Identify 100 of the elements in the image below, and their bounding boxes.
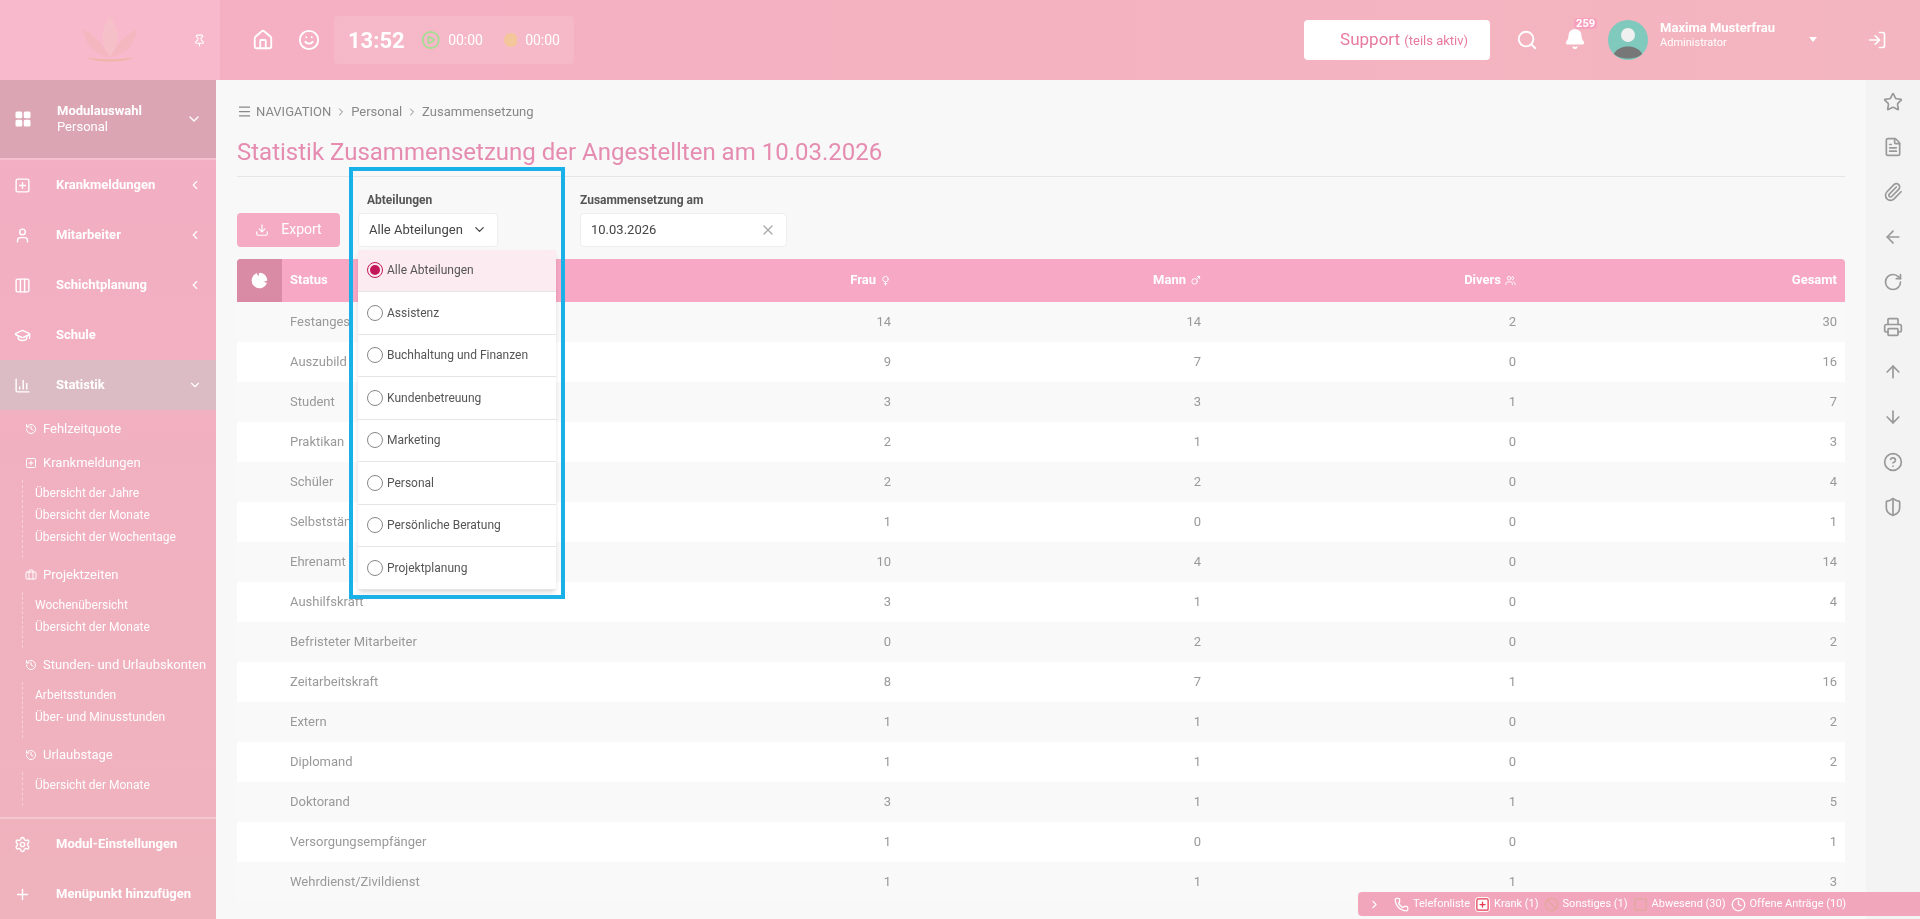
printer-icon[interactable] bbox=[1883, 317, 1903, 337]
table-cell-text: 0 bbox=[1508, 432, 1516, 451]
table-cell-text: Selbststän bbox=[290, 512, 352, 531]
menu-item-icon bbox=[14, 226, 31, 244]
face-icon[interactable] bbox=[298, 29, 320, 51]
sidebar-subitem[interactable]: Urlaubstage bbox=[0, 738, 216, 772]
sidebar-subitem[interactable]: Fehlzeitquote bbox=[0, 412, 216, 446]
sidebar-subitem[interactable]: Projektzeiten bbox=[0, 558, 216, 592]
status-item[interactable]: Sonstiges (1) bbox=[1543, 895, 1628, 913]
search-icon[interactable] bbox=[1516, 29, 1539, 51]
logout-icon[interactable] bbox=[1867, 30, 1887, 50]
sidebar-item[interactable]: Schule bbox=[0, 310, 216, 360]
table-cell-text: 0 bbox=[883, 632, 891, 651]
table-cell-text: Ehrenamt bbox=[290, 552, 346, 571]
caret-icon[interactable] bbox=[1809, 37, 1817, 42]
user-avatar[interactable] bbox=[1608, 20, 1649, 60]
date-field[interactable]: 10.03.2026 bbox=[580, 212, 787, 247]
column-header[interactable]: Frau bbox=[582, 258, 899, 302]
sidebar-item[interactable]: Menüpunkt hinzufügen bbox=[0, 869, 216, 919]
table-cell-text: 3 bbox=[883, 792, 891, 811]
submenu-icon bbox=[25, 457, 37, 469]
table-cell-text: Doktorand bbox=[290, 792, 350, 811]
column-header[interactable]: Gesamt bbox=[1524, 258, 1845, 302]
pin-icon[interactable] bbox=[193, 34, 206, 47]
menu-item-icon bbox=[14, 276, 31, 294]
bell-icon[interactable] bbox=[1564, 28, 1587, 50]
sidebar-link[interactable]: Über- und Minusstunden bbox=[23, 706, 216, 728]
sidebar-subitem[interactable]: Krankmeldungen bbox=[0, 446, 216, 480]
sidebar-item[interactable]: Mitarbeiter bbox=[0, 210, 216, 260]
submenu-icon bbox=[25, 749, 37, 761]
sidebar-link[interactable]: Übersicht der Monate bbox=[23, 774, 216, 796]
status-item[interactable]: Abwesend (30) bbox=[1632, 895, 1726, 913]
shield-icon[interactable] bbox=[1883, 497, 1903, 517]
sidebar-link[interactable]: Übersicht der Jahre bbox=[23, 482, 216, 504]
chart-toggle[interactable] bbox=[237, 258, 282, 302]
sidebar-link[interactable]: Übersicht der Wochentage bbox=[23, 526, 216, 548]
table-cell-text: 5 bbox=[1829, 792, 1837, 811]
note-icon[interactable] bbox=[1883, 137, 1903, 157]
table-cell-text: 3 bbox=[883, 592, 891, 611]
sidebar-link[interactable]: Wochenübersicht bbox=[23, 594, 216, 616]
sidebar-item[interactable]: Modul-Einstellungen bbox=[0, 819, 216, 869]
table-cell-text: 3 bbox=[1829, 432, 1837, 451]
table-cell-text: 2 bbox=[1193, 472, 1201, 491]
table-cell-text: Diplomand bbox=[290, 752, 353, 771]
phone-icon bbox=[1394, 896, 1409, 912]
star-icon[interactable] bbox=[1883, 92, 1903, 112]
sidebar-item[interactable]: Schichtplanung bbox=[0, 260, 216, 310]
table-cell-text: 3 bbox=[883, 392, 891, 411]
menu-icon[interactable] bbox=[237, 104, 252, 120]
table-cell-text: Aushilfskraft bbox=[290, 592, 364, 611]
help-icon[interactable] bbox=[1883, 452, 1903, 472]
table-cell-text: 4 bbox=[1193, 552, 1201, 571]
filter-label: Zusammensetzung am bbox=[580, 191, 705, 209]
clock-time: 13:52 bbox=[348, 26, 405, 55]
paperclip-icon[interactable] bbox=[1883, 182, 1903, 202]
submenu-icon bbox=[25, 569, 37, 581]
table-cell-text: 0 bbox=[1508, 752, 1516, 771]
department-select[interactable]: Alle Abteilungen bbox=[358, 212, 498, 247]
module-selector[interactable]: Modulauswahl Personal bbox=[0, 80, 216, 160]
column-header[interactable]: Mann bbox=[899, 258, 1209, 302]
table-cell-text: 7 bbox=[1193, 672, 1201, 691]
table-cell-text: 1 bbox=[1193, 752, 1201, 771]
table-cell-text: Praktikan bbox=[290, 432, 345, 451]
sidebar-item[interactable]: Krankmeldungen bbox=[0, 160, 216, 210]
support-button[interactable]: Support (teils aktiv) bbox=[1304, 20, 1491, 60]
table-cell-text: 2 bbox=[1829, 632, 1837, 651]
sidebar-link[interactable]: Übersicht der Monate bbox=[23, 616, 216, 638]
table-cell-text: 0 bbox=[1508, 552, 1516, 571]
table-cell-text: 0 bbox=[1508, 352, 1516, 371]
submenu-icon bbox=[25, 659, 37, 671]
table-cell-text: 1 bbox=[883, 512, 891, 531]
square-icon bbox=[1632, 896, 1648, 912]
gear-icon bbox=[14, 835, 31, 853]
status-item[interactable]: Krank (1) bbox=[1475, 895, 1539, 913]
user-name[interactable]: Maxima Musterfrau bbox=[1660, 20, 1775, 37]
breadcrumb-link[interactable]: Personal bbox=[351, 102, 403, 122]
export-button[interactable]: Export bbox=[237, 212, 340, 247]
table-cell-text: 0 bbox=[1508, 592, 1516, 611]
breadcrumb-link[interactable]: NAVIGATION bbox=[256, 102, 332, 122]
table-cell-text: 2 bbox=[1508, 312, 1516, 331]
work-timer: 00:00 bbox=[448, 31, 483, 50]
table-cell-text: 1 bbox=[1193, 712, 1201, 731]
sidebar-item[interactable]: Statistik bbox=[0, 360, 216, 410]
reload-icon[interactable] bbox=[1883, 272, 1903, 292]
table-cell-text: Festanges bbox=[290, 312, 351, 331]
status-item[interactable]: Offene Anträge (10) bbox=[1730, 895, 1847, 913]
department-option[interactable]: Alle Abteilungen bbox=[358, 249, 556, 292]
sidebar-subitem[interactable]: Stunden- und Urlaubskonten bbox=[0, 648, 216, 682]
table-cell-text: 7 bbox=[1829, 392, 1837, 411]
table-cell-text: 2 bbox=[883, 432, 891, 451]
breadcrumb-link[interactable]: Zusammensetzung bbox=[422, 102, 534, 122]
table-cell-text: 1 bbox=[883, 752, 891, 771]
column-header[interactable]: Divers bbox=[1209, 258, 1524, 302]
table-cell-text: 4 bbox=[1829, 472, 1837, 491]
home-icon[interactable] bbox=[252, 29, 274, 51]
sidebar-link[interactable]: Arbeitsstunden bbox=[23, 684, 216, 706]
table-cell-text: 1 bbox=[1829, 512, 1837, 531]
sidebar-link[interactable]: Übersicht der Monate bbox=[23, 504, 216, 526]
clock-icon bbox=[1730, 896, 1746, 912]
status-item[interactable]: Telefonliste bbox=[1394, 895, 1470, 913]
